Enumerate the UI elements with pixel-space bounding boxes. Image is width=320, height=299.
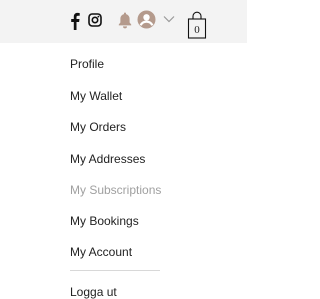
menu-separator <box>70 270 160 271</box>
menu-item-my-wallet[interactable]: My Wallet <box>70 89 122 103</box>
menu-item-profile[interactable]: Profile <box>70 57 104 71</box>
menu-item-my-addresses[interactable]: My Addresses <box>70 152 145 166</box>
menu-item-my-account[interactable]: My Account <box>70 245 132 259</box>
menu-item-my-subscriptions[interactable]: My Subscriptions <box>70 183 161 197</box>
account-dropdown-menu: Profile My Wallet My Orders My Addresses… <box>0 0 247 299</box>
menu-item-my-orders[interactable]: My Orders <box>70 120 126 134</box>
menu-item-my-bookings[interactable]: My Bookings <box>70 214 139 228</box>
logout-button[interactable]: Logga ut <box>70 285 117 299</box>
